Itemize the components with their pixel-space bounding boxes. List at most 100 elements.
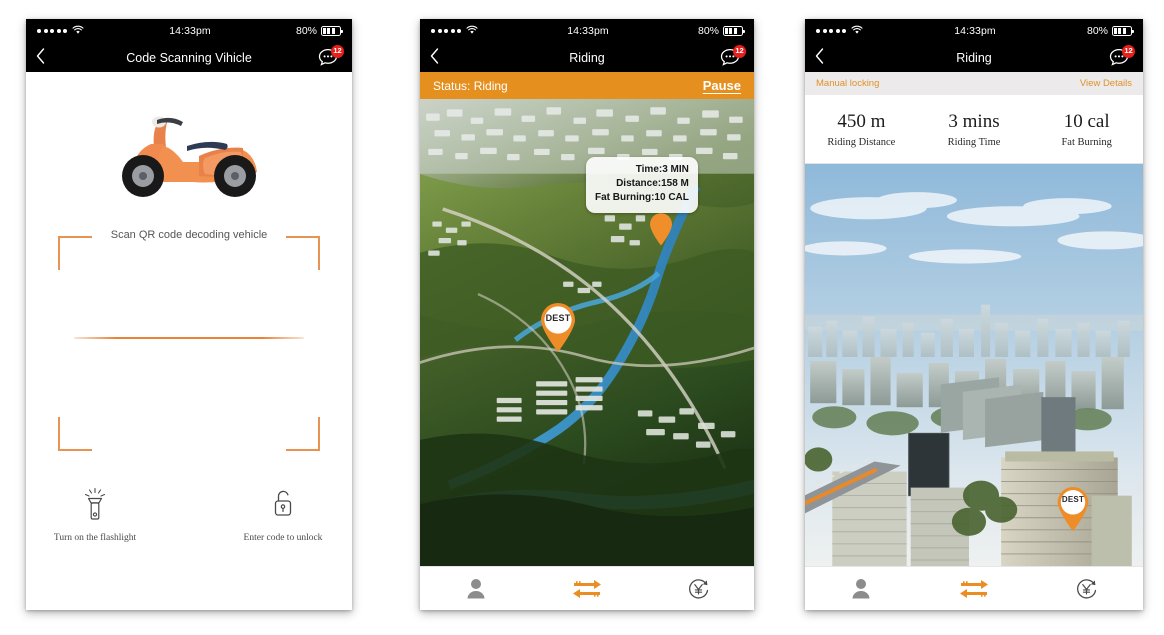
phone-screen-riding-map: 14:33pm 80% Riding 12 Status: Riding Pau… — [420, 19, 754, 610]
scan-action-row: Turn on the flashlight Enter code to unl… — [26, 487, 352, 543]
ios-status-bar: 14:33pm 80% — [805, 19, 1143, 43]
callout-time: Time:3 MIN — [635, 164, 689, 175]
yen-refund-icon — [1077, 579, 1097, 599]
scan-line — [74, 337, 304, 339]
tab-profile[interactable] — [805, 578, 918, 599]
status-signal-group — [816, 25, 863, 38]
enter-code-label: Enter code to unlock — [243, 533, 323, 543]
stat-fat-burning: 10 cal Fat Burning — [1030, 110, 1143, 149]
scooter-illustration — [26, 102, 352, 202]
map-view[interactable]: Time:3 MIN Distance:158 M Fat Burning:10… — [420, 99, 754, 566]
stat-label: Riding Time — [947, 137, 1001, 149]
callout-fat-burning: Fat Burning:10 CAL — [595, 192, 689, 204]
status-signal-group — [431, 25, 478, 38]
user-profile-icon — [467, 579, 485, 599]
flashlight-icon — [82, 487, 108, 526]
back-button[interactable] — [430, 48, 448, 67]
location-pin-icon[interactable] — [648, 212, 674, 246]
chat-unread-badge: 12 — [1122, 44, 1135, 58]
navigation-bar: Code Scanning Vihicle 12 — [26, 43, 352, 72]
ride-stats-row: 450 m Riding Distance 3 mins Riding Time… — [805, 95, 1143, 164]
status-time: 14:33pm — [169, 25, 211, 37]
ios-status-bar: 14:33pm 80% — [26, 19, 352, 43]
bottom-tab-bar — [420, 566, 754, 610]
page-title: Code Scanning Vihicle — [126, 50, 252, 65]
tab-profile[interactable] — [420, 578, 531, 599]
screenshot-canvas: 14:33pm 80% Code Scanning Vihicle 12 Sca… — [0, 0, 1164, 635]
tab-payment[interactable] — [1030, 577, 1143, 600]
wifi-icon — [72, 25, 84, 38]
stat-riding-distance: 450 m Riding Distance — [805, 110, 918, 149]
scan-hint-text: Scan QR code decoding vehicle — [103, 229, 275, 241]
flashlight-button[interactable]: Turn on the flashlight — [43, 487, 147, 543]
chat-unread-badge: 12 — [331, 44, 344, 58]
frame-corner-top-right — [286, 236, 320, 270]
battery-icon — [1112, 26, 1134, 36]
unlock-padlock-icon — [270, 487, 296, 526]
page-title: Riding — [956, 50, 992, 65]
navigation-bar: Riding 12 — [420, 43, 754, 72]
battery-icon — [321, 26, 343, 36]
status-time: 14:33pm — [567, 25, 609, 37]
chat-unread-badge: 12 — [733, 44, 746, 58]
chat-bubble-icon[interactable]: 12 — [720, 44, 746, 68]
ride-status-text: Status: Riding — [433, 78, 508, 93]
ride-status-strip: Status: Riding Pause — [420, 72, 754, 99]
signal-dots-icon — [37, 29, 67, 33]
destination-label: DEST — [545, 313, 571, 323]
back-button[interactable] — [36, 48, 54, 67]
stat-value: 3 mins — [948, 110, 1000, 132]
battery-percent: 80% — [295, 25, 317, 37]
back-button[interactable] — [815, 48, 833, 67]
frame-corner-bottom-right — [286, 417, 320, 451]
signal-dots-icon — [431, 29, 461, 33]
navigation-bar: Riding 12 — [805, 43, 1143, 72]
enter-code-button[interactable]: Enter code to unlock — [231, 487, 335, 543]
battery-icon — [723, 26, 745, 36]
city-skyline-photo — [805, 164, 1143, 566]
scan-screen-body: Scan QR code decoding vehicle Turn on th… — [26, 72, 352, 610]
lock-actions-bar: Manual locking View Details — [805, 72, 1143, 95]
ios-status-bar: 14:33pm 80% — [420, 19, 754, 43]
manual-locking-button[interactable]: Manual locking — [816, 78, 879, 89]
wifi-icon — [466, 25, 478, 38]
yen-refund-icon — [688, 579, 708, 599]
destination-pin-icon[interactable]: DEST — [538, 303, 578, 353]
tab-payment[interactable] — [643, 577, 754, 600]
stat-riding-time: 3 mins Riding Time — [918, 110, 1031, 149]
battery-percent: 80% — [1086, 25, 1108, 37]
city-photo-view[interactable]: DEST — [805, 164, 1143, 566]
stat-value: 450 m — [837, 110, 886, 132]
status-battery-group: 80% — [295, 25, 343, 37]
tab-riding[interactable] — [531, 578, 642, 600]
view-details-button[interactable]: View Details — [1080, 78, 1132, 89]
chat-bubble-icon[interactable]: 12 — [318, 44, 344, 68]
battery-percent: 80% — [697, 25, 719, 37]
stat-label: Riding Distance — [827, 137, 896, 149]
frame-corner-bottom-left — [58, 417, 92, 451]
status-signal-group — [37, 25, 84, 38]
destination-label: DEST — [1061, 495, 1085, 504]
user-profile-icon — [852, 579, 870, 599]
frame-corner-top-left — [58, 236, 92, 270]
ride-stats-callout: Time:3 MIN Distance:158 M Fat Burning:10… — [586, 157, 698, 213]
pause-button[interactable]: Pause — [703, 78, 741, 93]
bidirectional-arrows-icon — [960, 579, 988, 598]
bottom-tab-bar — [805, 566, 1143, 610]
qr-scan-frame: Scan QR code decoding vehicle — [58, 229, 320, 451]
tab-riding[interactable] — [918, 578, 1031, 600]
destination-pin-icon[interactable]: DEST — [1055, 487, 1091, 532]
bidirectional-arrows-icon — [572, 579, 601, 598]
stat-value: 10 cal — [1063, 110, 1110, 132]
phone-screen-scan: 14:33pm 80% Code Scanning Vihicle 12 Sca… — [26, 19, 352, 610]
wifi-icon — [851, 25, 863, 38]
stat-label: Fat Burning — [1061, 137, 1112, 149]
status-time: 14:33pm — [954, 25, 996, 37]
phone-screen-riding-summary: 14:33pm 80% Riding 12 Manual locking Vie… — [805, 19, 1143, 610]
page-title: Riding — [569, 50, 605, 65]
signal-dots-icon — [816, 29, 846, 33]
callout-distance: Distance:158 M — [616, 178, 689, 190]
chat-bubble-icon[interactable]: 12 — [1109, 44, 1135, 68]
status-battery-group: 80% — [1086, 25, 1134, 37]
flashlight-label: Turn on the flashlight — [53, 533, 137, 543]
